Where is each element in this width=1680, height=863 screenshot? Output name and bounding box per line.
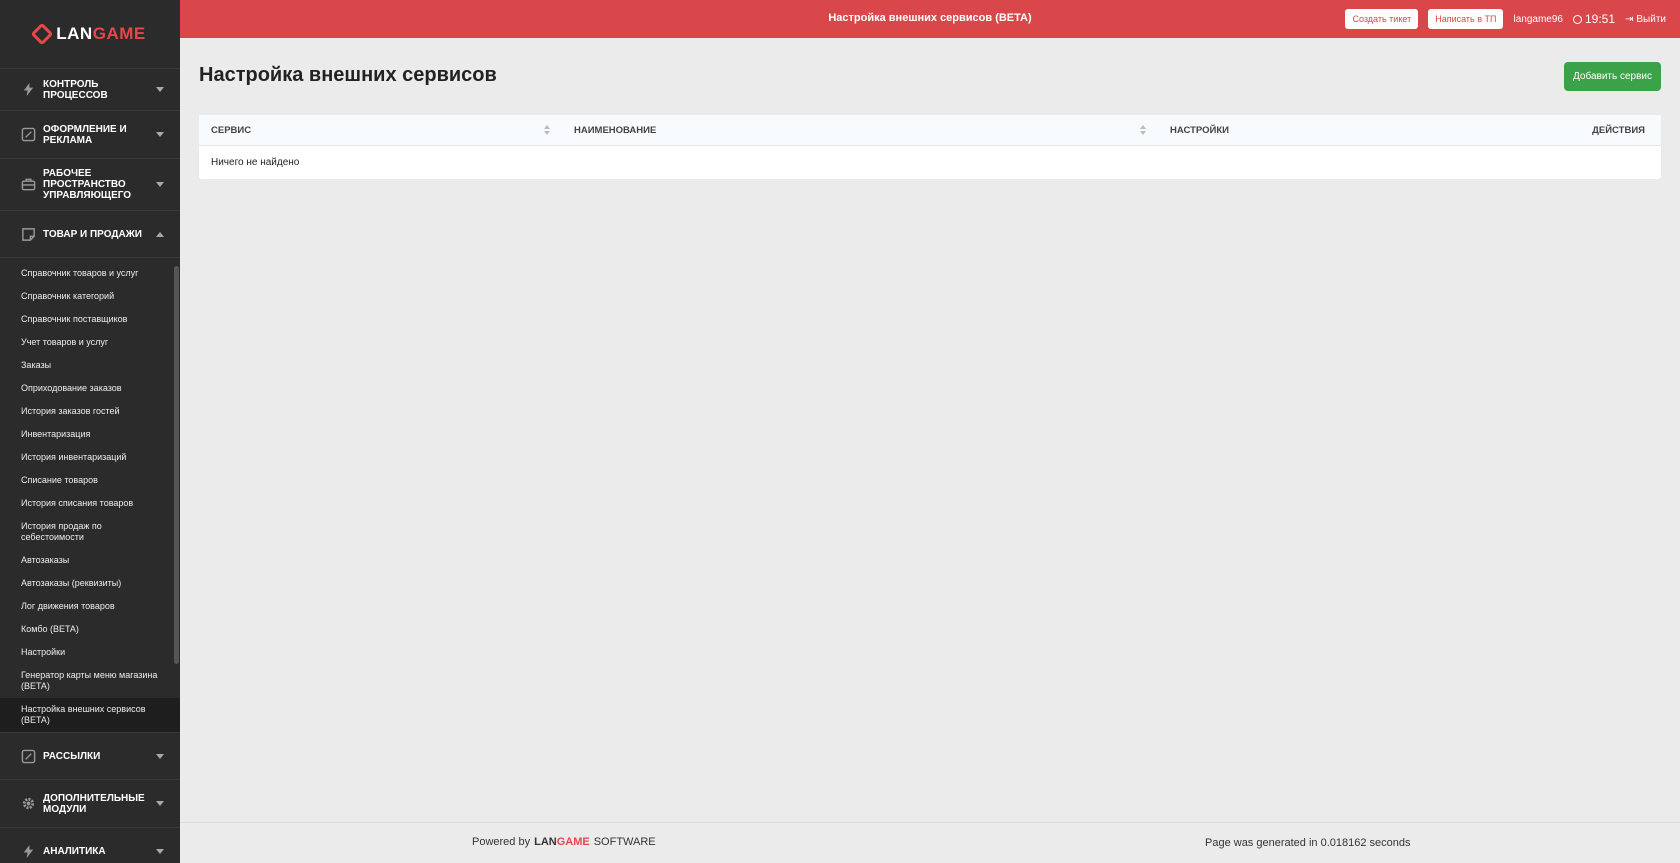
create-ticket-button[interactable]: Создать тикет [1345, 9, 1419, 29]
sidebar-section-process-control[interactable]: КОНТРОЛЬ ПРОЦЕССОВ [0, 68, 180, 110]
chevron-down-icon [156, 87, 164, 92]
sidebar-submenu: Справочник товаров и услуг Справочник ка… [0, 257, 180, 732]
sidebar-section-mailings[interactable]: РАССЫЛКИ [0, 732, 180, 779]
chevron-down-icon [156, 753, 164, 759]
page-generation-time: Page was generated in 0.018162 seconds [1205, 837, 1411, 849]
gear-icon [20, 796, 36, 812]
logout-label: Выйти [1636, 13, 1666, 25]
sidebar-section-label: ТОВАР И ПРОДАЖИ [43, 228, 142, 240]
sidebar-item-goods-accounting[interactable]: Учет товаров и услуг [0, 331, 180, 354]
column-header-name[interactable]: НАИМЕНОВАНИЕ [562, 115, 1158, 145]
chevron-down-icon [156, 182, 164, 187]
sidebar-section-goods-sales[interactable]: ТОВАР И ПРОДАЖИ [0, 210, 180, 257]
chevron-down-icon [156, 132, 164, 137]
sidebar-item-combo[interactable]: Комбо (BETA) [0, 618, 180, 641]
clock-time: 19:51 [1584, 12, 1615, 26]
sidebar-item-order-receiving[interactable]: Оприходование заказов [0, 377, 180, 400]
sidebar-section-addons[interactable]: ДОПОЛНИТЕЛЬНЫЕ МОДУЛИ [0, 779, 180, 827]
sidebar-item-sales-cost-history[interactable]: История продаж по себестоимости [0, 515, 180, 549]
sidebar-item-write-off-history[interactable]: История списания товаров [0, 492, 180, 515]
chevron-down-icon [156, 849, 164, 854]
sidebar-section-label: КОНТРОЛЬ ПРОЦЕССОВ [43, 78, 108, 101]
sidebar-item-menu-generator[interactable]: Генератор карты меню магазина (BETA) [0, 664, 180, 698]
lightning-icon [20, 844, 36, 860]
sidebar-section-label: АНАЛИТИКА [43, 846, 106, 857]
page-title: Настройка внешних сервисов [199, 64, 497, 86]
services-table: СЕРВИС НАИМЕНОВАНИЕ НАСТРОЙКИ ДЕЙСТВИЯ Н… [199, 115, 1661, 179]
table-body: Ничего не найдено [199, 146, 1661, 179]
sort-icon [544, 125, 550, 135]
footer: Powered by LANGAME SOFTWARE Page was gen… [180, 822, 1680, 863]
footer-brand-logo[interactable]: LANGAME [534, 836, 590, 848]
sidebar-section-label: РАССЫЛКИ [43, 750, 101, 762]
briefcase-icon [20, 177, 36, 193]
column-header-actions: ДЕЙСТВИЯ [1592, 124, 1645, 136]
sidebar-section-workspace[interactable]: РАБОЧЕЕ ПРОСТРАНСТВО УПРАВЛЯЮЩЕГО [0, 158, 180, 210]
edit-icon [20, 748, 36, 764]
logo[interactable]: LANGAME [0, 0, 180, 68]
sidebar: LANGAME КОНТРОЛЬ ПРОЦЕССОВ ОФОРМЛЕНИЕ И … [0, 0, 180, 863]
lightning-icon [20, 82, 36, 98]
sidebar-section-analytics[interactable]: АНАЛИТИКА [0, 827, 180, 863]
sidebar-scrollbar[interactable] [174, 266, 179, 664]
sort-icon [1140, 125, 1146, 135]
chevron-down-icon [156, 801, 164, 806]
clock-icon [1572, 14, 1582, 24]
add-service-button[interactable]: Добавить сервис [1564, 62, 1661, 91]
sidebar-item-autoorders-details[interactable]: Автозаказы (реквизиты) [0, 572, 180, 595]
column-header-settings: НАСТРОЙКИ [1170, 124, 1229, 136]
write-support-button[interactable]: Написать в ТП [1428, 9, 1504, 29]
clock: 19:51 [1572, 12, 1615, 26]
sidebar-item-categories[interactable]: Справочник категорий [0, 285, 180, 308]
sidebar-section-label: РАБОЧЕЕ ПРОСТРАНСТВО УПРАВЛЯЮЩЕГО [43, 168, 132, 201]
table-header: СЕРВИС НАИМЕНОВАНИЕ НАСТРОЙКИ ДЕЙСТВИЯ [199, 115, 1661, 146]
username[interactable]: langame96 [1513, 14, 1562, 25]
chevron-up-icon [156, 231, 164, 237]
sidebar-section-label: ДОПОЛНИТЕЛЬНЫЕ МОДУЛИ [43, 792, 145, 815]
powered-by: Powered by LANGAME SOFTWARE [472, 836, 656, 848]
sidebar-item-suppliers[interactable]: Справочник поставщиков [0, 308, 180, 331]
logout-icon: ⇥ [1625, 13, 1634, 25]
note-icon [20, 226, 36, 242]
empty-message: Ничего не найдено [211, 157, 300, 168]
logo-text: LANGAME [56, 24, 146, 43]
sidebar-item-external-services[interactable]: Настройка внешних сервисов (BETA) [0, 698, 180, 732]
sidebar-item-goods-log[interactable]: Лог движения товаров [0, 595, 180, 618]
sidebar-item-autoorders[interactable]: Автозаказы [0, 549, 180, 572]
logo-mark-icon [30, 22, 54, 46]
sidebar-section-label: ОФОРМЛЕНИЕ И РЕКЛАМА [43, 123, 127, 146]
sidebar-item-orders[interactable]: Заказы [0, 354, 180, 377]
sidebar-item-inventory-history[interactable]: История инвентаризаций [0, 446, 180, 469]
logout-link[interactable]: ⇥ Выйти [1625, 14, 1666, 25]
sidebar-item-write-off[interactable]: Списание товаров [0, 469, 180, 492]
sidebar-item-guest-orders-history[interactable]: История заказов гостей [0, 400, 180, 423]
sidebar-item-settings[interactable]: Настройки [0, 641, 180, 664]
sidebar-item-goods-catalog[interactable]: Справочник товаров и услуг [0, 262, 180, 285]
column-header-service[interactable]: СЕРВИС [199, 115, 562, 145]
main-content: Настройка внешних сервисов Добавить серв… [180, 38, 1680, 824]
top-bar: Настройка внешних сервисов (BETA) Создат… [180, 0, 1680, 38]
header-actions: Создать тикет Написать в ТП langame96 19… [1345, 9, 1666, 29]
edit-icon [20, 127, 36, 143]
sidebar-item-inventory[interactable]: Инвентаризация [0, 423, 180, 446]
sidebar-section-design[interactable]: ОФОРМЛЕНИЕ И РЕКЛАМА [0, 110, 180, 158]
